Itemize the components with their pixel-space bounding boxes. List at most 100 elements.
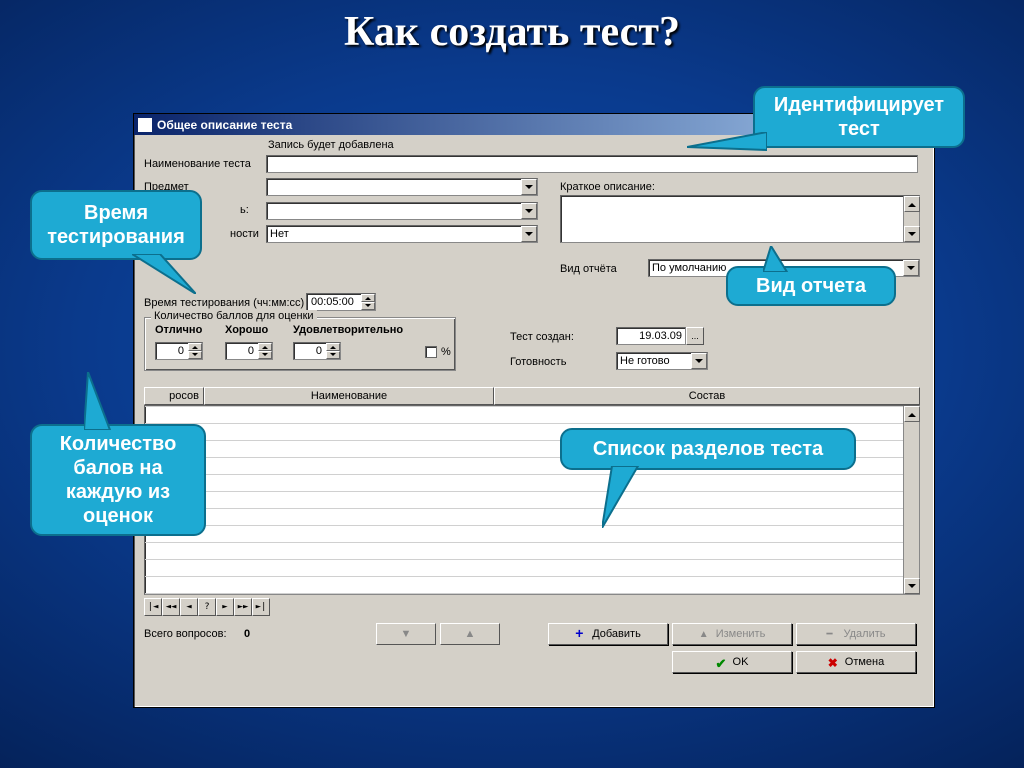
cross-icon xyxy=(828,656,840,668)
chevron-down-icon[interactable] xyxy=(521,226,537,242)
label-short-desc: Краткое описание: xyxy=(560,181,655,193)
scroll-up-icon[interactable] xyxy=(904,196,920,212)
spin-down-icon[interactable] xyxy=(258,351,272,359)
spin-down-icon[interactable] xyxy=(326,351,340,359)
chevron-down-icon[interactable] xyxy=(691,353,707,369)
callout-identifies: Идентифицирует тест xyxy=(753,86,965,148)
nav-query[interactable]: ? xyxy=(198,598,216,616)
delete-button[interactable]: Удалить xyxy=(796,623,916,645)
percent-checkbox[interactable] xyxy=(425,346,437,358)
label-report-type: Вид отчёта xyxy=(560,263,617,275)
time-spinner[interactable]: 00:05:00 xyxy=(306,293,376,311)
label-excellent: Отлично xyxy=(155,324,202,336)
callout-tail xyxy=(602,466,650,528)
grades-groupbox: Количество баллов для оценки Отлично Хор… xyxy=(144,317,456,371)
plus-icon xyxy=(575,628,587,640)
callout-tail xyxy=(132,254,196,294)
app-window: Общее описание теста Запись будет добавл… xyxy=(133,113,935,708)
ok-button[interactable]: OK xyxy=(672,651,792,673)
nav-last[interactable]: ►| xyxy=(252,598,270,616)
chevron-down-icon[interactable] xyxy=(521,203,537,219)
triangle-up-icon xyxy=(699,628,711,640)
satisfactory-value: 0 xyxy=(316,345,322,357)
cancel-label: Отмена xyxy=(845,656,884,668)
callout-report: Вид отчета xyxy=(726,266,896,306)
difficulty-value: Нет xyxy=(270,228,289,240)
difficulty-combo[interactable]: Нет xyxy=(266,225,538,243)
spin-up-icon[interactable] xyxy=(361,294,375,302)
move-up-button[interactable]: ▲ xyxy=(440,623,500,645)
nav-prev[interactable]: ◄ xyxy=(180,598,198,616)
callout-tail xyxy=(763,246,803,272)
slide-title: Как создать тест? xyxy=(0,8,1024,56)
col-header-name[interactable]: Наименование xyxy=(204,387,494,405)
excellent-spinner[interactable]: 0 xyxy=(155,342,203,360)
add-label: Добавить xyxy=(592,628,641,640)
grades-group-title: Количество баллов для оценки xyxy=(151,310,317,322)
good-value: 0 xyxy=(248,345,254,357)
label-total-questions: Всего вопросов: xyxy=(144,628,227,640)
callout-time: Время тестирования xyxy=(30,190,202,260)
test-name-input[interactable] xyxy=(266,155,918,173)
edit-label: Изменить xyxy=(716,628,766,640)
nav-first[interactable]: |◄ xyxy=(144,598,162,616)
add-button[interactable]: Добавить xyxy=(548,623,668,645)
delete-label: Удалить xyxy=(844,628,886,640)
callout-tail xyxy=(84,372,124,430)
minus-icon xyxy=(827,628,839,640)
scrollbar[interactable] xyxy=(903,196,919,242)
scroll-up-icon[interactable] xyxy=(904,406,920,422)
nav-next-page[interactable]: ►► xyxy=(234,598,252,616)
label-good: Хорошо xyxy=(225,324,268,336)
subject-combo[interactable] xyxy=(266,178,538,196)
label-readiness: Готовность xyxy=(510,356,566,368)
created-date[interactable]: 19.03.09 xyxy=(616,327,686,345)
callout-points: Количество балов на каждую из оценок xyxy=(30,424,206,536)
col-header-questions[interactable]: росов xyxy=(144,387,204,405)
short-desc-textarea[interactable] xyxy=(560,195,920,243)
scroll-down-icon[interactable] xyxy=(904,578,920,594)
label-satisfactory: Удовлетворительно xyxy=(293,324,403,336)
spin-up-icon[interactable] xyxy=(326,343,340,351)
record-navigator: |◄ ◄◄ ◄ ? ► ►► ►| xyxy=(144,598,270,616)
total-questions-value: 0 xyxy=(244,628,250,640)
spin-down-icon[interactable] xyxy=(188,351,202,359)
window-title: Общее описание теста xyxy=(157,118,292,132)
chevron-down-icon[interactable] xyxy=(521,179,537,195)
spin-up-icon[interactable] xyxy=(188,343,202,351)
satisfactory-spinner[interactable]: 0 xyxy=(293,342,341,360)
date-picker-button[interactable]: ... xyxy=(686,327,704,345)
created-value: 19.03.09 xyxy=(639,330,682,342)
nav-prev-page[interactable]: ◄◄ xyxy=(162,598,180,616)
callout-sections: Список разделов теста xyxy=(560,428,856,470)
ok-label: OK xyxy=(733,656,749,668)
report-type-value: По умолчанию xyxy=(652,262,726,274)
label-author-partial: ь: xyxy=(240,204,249,216)
move-down-button[interactable]: ▼ xyxy=(376,623,436,645)
status-message: Запись будет добавлена xyxy=(268,139,394,151)
nav-next[interactable]: ► xyxy=(216,598,234,616)
scroll-down-icon[interactable] xyxy=(904,226,920,242)
label-test-name: Наименование теста xyxy=(144,158,251,170)
label-created: Тест создан: xyxy=(510,331,574,343)
scrollbar[interactable] xyxy=(903,406,919,594)
window-body: Запись будет добавлена Наименование тест… xyxy=(138,135,930,703)
label-percent: % xyxy=(441,346,451,358)
check-icon xyxy=(716,656,728,668)
spin-down-icon[interactable] xyxy=(361,302,375,310)
edit-button[interactable]: Изменить xyxy=(672,623,792,645)
time-value: 00:05:00 xyxy=(311,296,354,308)
chevron-down-icon[interactable] xyxy=(903,260,919,276)
cancel-button[interactable]: Отмена xyxy=(796,651,916,673)
good-spinner[interactable]: 0 xyxy=(225,342,273,360)
spin-up-icon[interactable] xyxy=(258,343,272,351)
col-header-content[interactable]: Состав xyxy=(494,387,920,405)
author-combo[interactable] xyxy=(266,202,538,220)
app-icon xyxy=(138,118,152,132)
excellent-value: 0 xyxy=(178,345,184,357)
label-time: Время тестирования (чч:мм:сс) xyxy=(144,297,304,309)
label-difficulty-partial: ности xyxy=(230,228,259,240)
callout-tail xyxy=(687,132,767,162)
readiness-value: Не готово xyxy=(620,355,670,367)
readiness-combo[interactable]: Не готово xyxy=(616,352,708,370)
